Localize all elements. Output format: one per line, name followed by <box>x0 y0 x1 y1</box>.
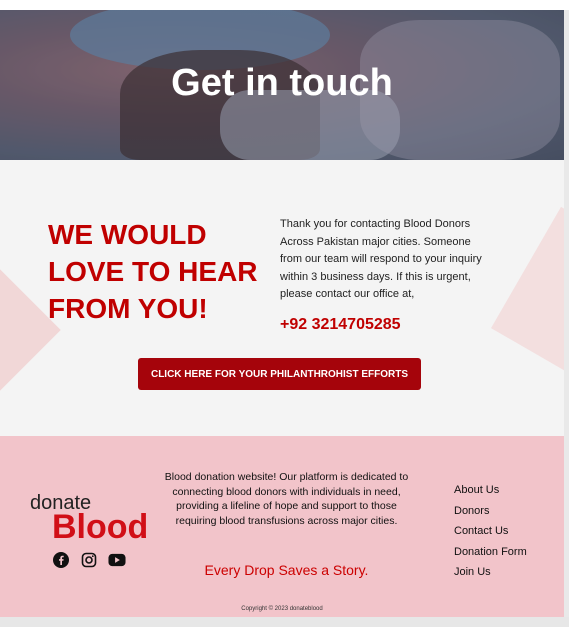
social-icons <box>52 551 126 569</box>
hero-banner: Get in touch <box>0 10 564 160</box>
footer-link-donors[interactable]: Donors <box>454 505 527 518</box>
philanthropy-cta-button[interactable]: CLICK HERE FOR YOUR PHILANTHROHIST EFFOR… <box>138 358 421 390</box>
mission-statement: Blood donation website! Our platform is … <box>164 471 409 527</box>
top-strip <box>0 0 569 10</box>
footer-link-about-us[interactable]: About Us <box>454 484 527 497</box>
contact-section: WE WOULD LOVE TO HEAR FROM YOU! Thank yo… <box>0 160 564 436</box>
footer-nav: About Us Donors Contact Us Donation Form… <box>454 484 527 587</box>
footer-link-join-us[interactable]: Join Us <box>454 566 527 579</box>
scrollbar-track[interactable] <box>564 10 569 617</box>
copyright-text: Copyright © 2023 donateblood <box>241 606 323 612</box>
tagline: Every Drop Saves a Story. <box>204 562 369 578</box>
contact-heading: WE WOULD LOVE TO HEAR FROM YOU! <box>48 219 258 324</box>
contact-message: Thank you for contacting Blood Donors Ac… <box>280 218 482 300</box>
facebook-icon[interactable] <box>52 551 70 569</box>
hero-title: Get in touch <box>171 62 393 104</box>
instagram-icon[interactable] <box>80 551 98 569</box>
youtube-icon[interactable] <box>108 551 126 569</box>
logo-text-blood[interactable]: Blood <box>52 508 148 547</box>
footer-link-contact-us[interactable]: Contact Us <box>454 525 527 538</box>
site-footer: donate Blood Blood donation website! Our… <box>0 436 564 617</box>
bottom-bar <box>0 617 569 627</box>
contact-phone[interactable]: +92 3214705285 <box>280 316 401 334</box>
footer-link-donation-form[interactable]: Donation Form <box>454 546 527 559</box>
decorative-shape <box>491 206 564 374</box>
